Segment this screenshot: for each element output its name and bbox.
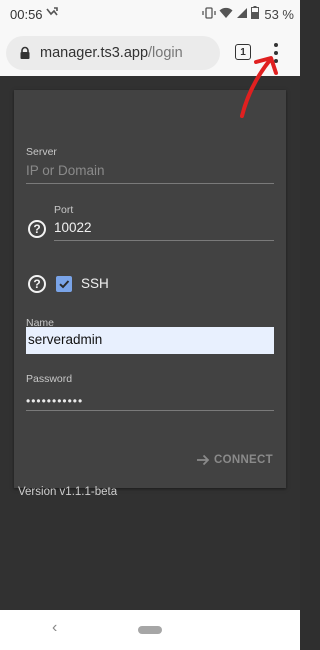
login-page: Server IP or Domain ? Port 10022 ? SSH N… <box>0 76 300 610</box>
browser-menu-button[interactable] <box>268 40 284 66</box>
status-bar: 00:56 53 % <box>0 0 300 30</box>
status-icons: 53 % <box>202 6 294 22</box>
missed-call-icon <box>46 6 58 21</box>
name-input[interactable]: serveradmin <box>26 327 274 354</box>
arrow-right-icon <box>197 454 210 466</box>
connect-button[interactable]: CONNECT <box>196 454 273 466</box>
port-underline <box>54 240 274 241</box>
vibrate-icon <box>202 6 217 22</box>
url-host: manager.ts3.app <box>40 45 149 61</box>
back-chevron-icon[interactable]: ‹ <box>52 619 57 637</box>
lock-icon <box>18 46 32 60</box>
port-help-icon[interactable]: ? <box>28 220 46 238</box>
connect-label: CONNECT <box>214 454 273 466</box>
wifi-icon <box>219 7 233 22</box>
password-underline <box>26 410 274 411</box>
url-path: /login <box>148 45 183 61</box>
address-bar[interactable]: manager.ts3.app/login <box>6 36 220 70</box>
url-text: manager.ts3.app/login <box>40 45 183 61</box>
tab-count: 1 <box>240 46 246 58</box>
status-time: 00:56 <box>10 7 43 22</box>
tab-switcher-button[interactable]: 1 <box>235 44 251 60</box>
server-input[interactable]: IP or Domain <box>26 163 105 178</box>
home-pill[interactable] <box>138 626 162 634</box>
login-card: Server IP or Domain ? Port 10022 ? SSH N… <box>14 90 286 498</box>
name-value: serveradmin <box>28 332 103 347</box>
server-underline <box>26 183 274 184</box>
ssh-checkbox[interactable] <box>56 276 72 292</box>
port-label: Port <box>54 204 74 216</box>
password-label: Password <box>26 373 73 385</box>
menu-dot-icon <box>274 51 278 55</box>
battery-percentage: 53 % <box>264 6 294 22</box>
ssh-label: SSH <box>81 276 109 291</box>
navigation-bar: ‹ <box>0 610 300 650</box>
signal-icon <box>236 7 248 22</box>
checkmark-icon <box>59 280 70 289</box>
menu-dot-icon <box>274 59 278 63</box>
menu-dot-icon <box>274 43 278 47</box>
ssh-help-icon[interactable]: ? <box>28 275 46 293</box>
battery-icon <box>251 6 260 22</box>
version-text: Version v1.1.1-beta <box>18 486 118 498</box>
server-label: Server <box>26 146 57 158</box>
password-input[interactable]: ••••••••••• <box>26 394 83 408</box>
browser-toolbar: manager.ts3.app/login 1 <box>0 30 300 76</box>
port-input[interactable]: 10022 <box>54 220 92 235</box>
